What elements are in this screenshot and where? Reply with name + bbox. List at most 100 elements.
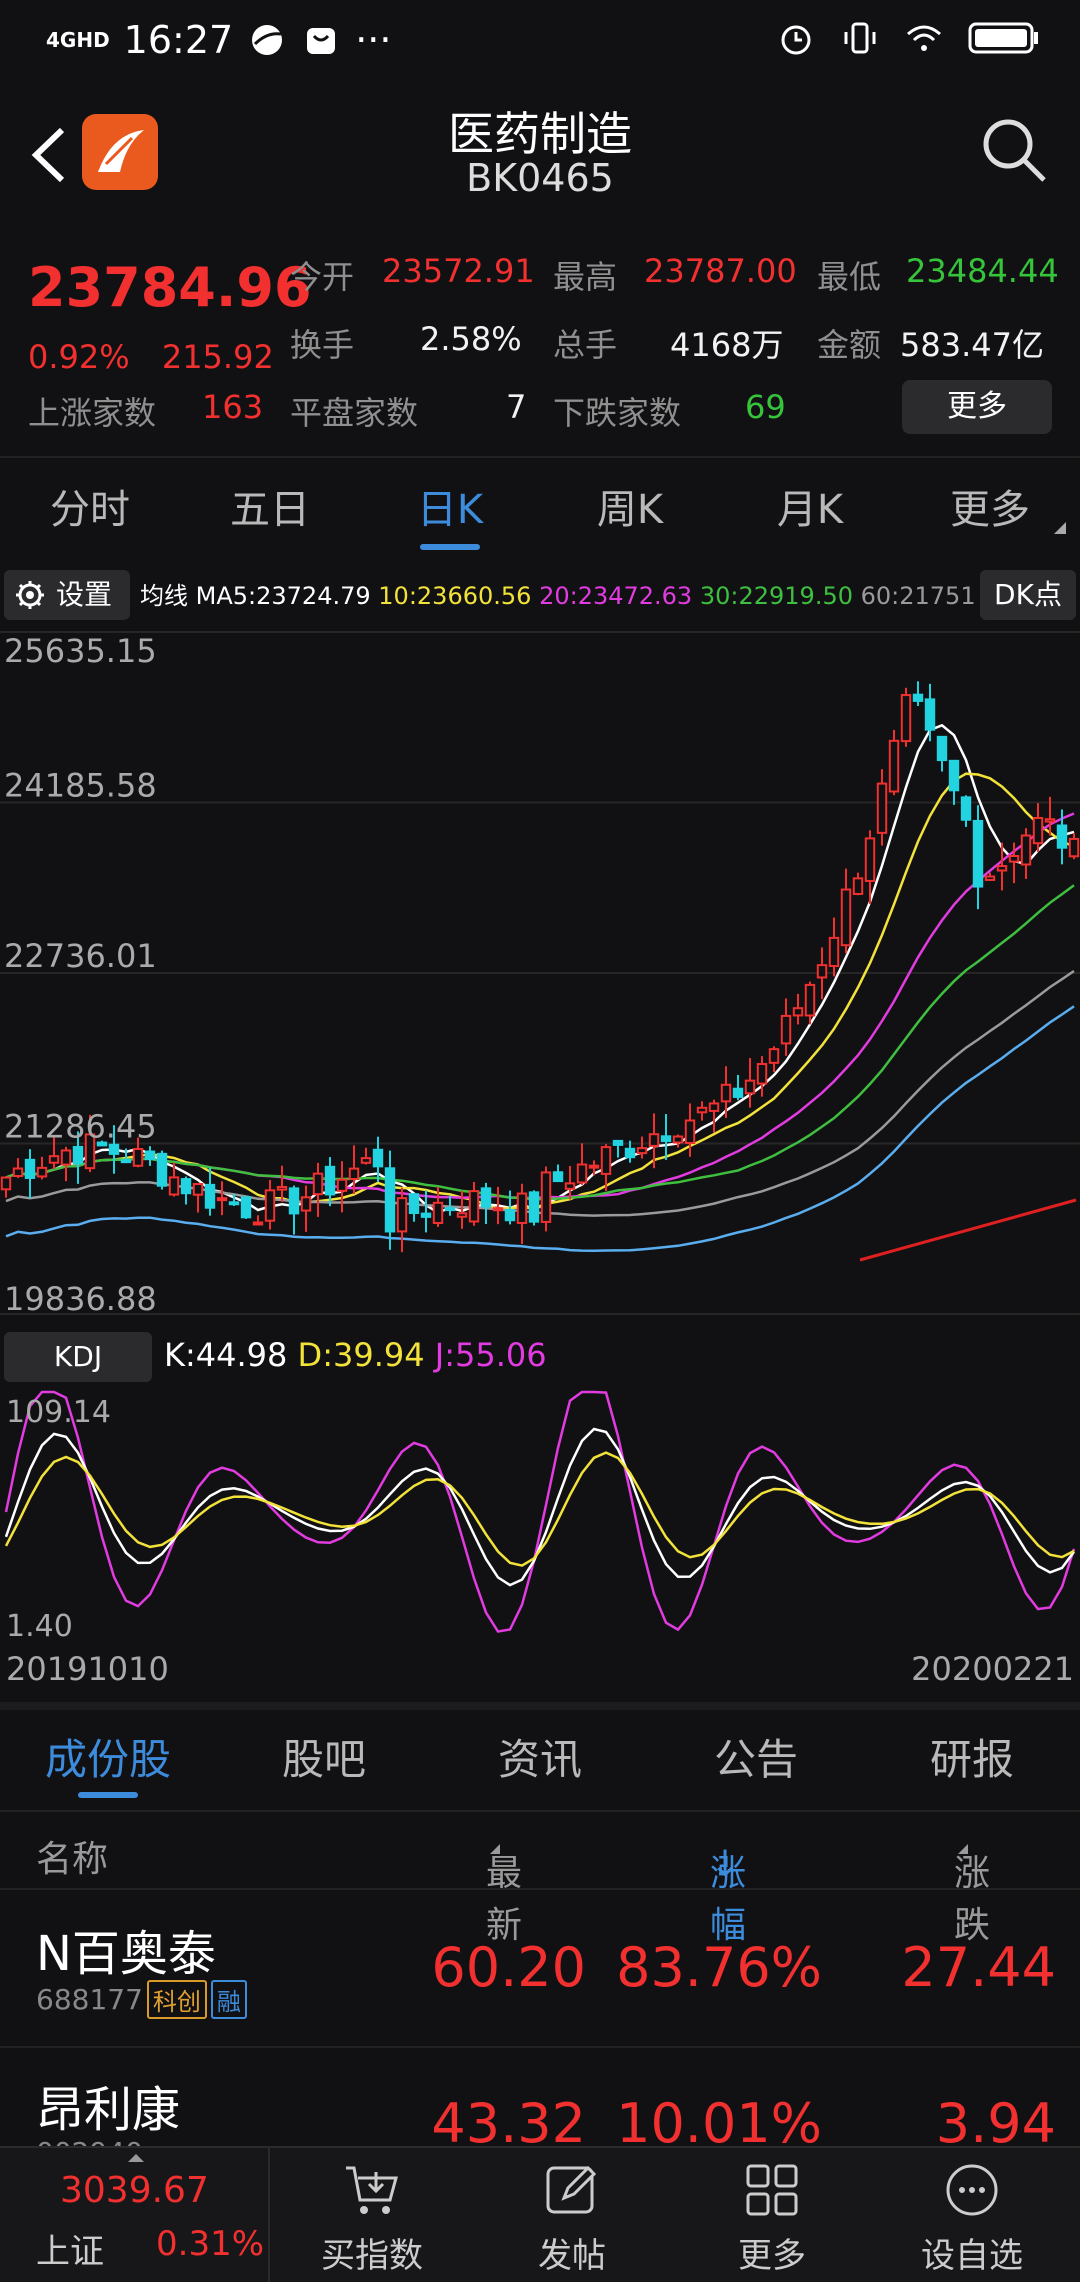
kdj-indicator-bar: KDJ K:44.98 D:39.94 J:55.06 (0, 1330, 1080, 1386)
candle (540, 1171, 552, 1223)
sort-down-arrow-icon: ↓ (710, 1844, 741, 1885)
ma10-value: 10:23660.56 (378, 582, 532, 610)
price-change: 0.92% 215.92 (28, 338, 296, 376)
tab-research[interactable]: 研报 (864, 1710, 1080, 1810)
candle (816, 964, 828, 979)
candle (708, 1102, 720, 1112)
dk-point-button[interactable]: DK点 (980, 570, 1076, 620)
table-header: 名称 最新 涨幅 ↓ 涨跌 (0, 1816, 1080, 1946)
candle (768, 1048, 780, 1064)
tab-daily-k[interactable]: 日K (360, 460, 540, 560)
kdj-button[interactable]: KDJ (4, 1332, 152, 1382)
tab-more[interactable]: 更多 (900, 460, 1080, 560)
candle (324, 1165, 336, 1196)
tab-news[interactable]: 资讯 (432, 1710, 648, 1810)
table-row[interactable]: N百奥泰 688177 科创 融 60.20 83.76% 27.44 (0, 1896, 1080, 2046)
kdj-j-value: J:55.06 (434, 1336, 547, 1374)
more-quote-button[interactable]: 更多 (902, 380, 1052, 434)
candle (396, 1197, 408, 1233)
tab-weekly-k[interactable]: 周K (540, 460, 720, 560)
post-button[interactable]: 发帖 (472, 2148, 672, 2282)
candle (144, 1150, 156, 1160)
candle (108, 1143, 120, 1155)
alarm-icon (781, 25, 811, 55)
candle (744, 1079, 756, 1095)
candle (408, 1193, 420, 1215)
candle (0, 1176, 12, 1191)
candle (480, 1187, 492, 1208)
candle (372, 1148, 384, 1168)
candle (444, 1207, 456, 1212)
chart-control-bar: 设置 均线 MA5:23724.79 10:23660.56 20:23472.… (0, 566, 1080, 624)
candle (924, 698, 936, 731)
search-icon[interactable] (978, 114, 1050, 186)
candle (720, 1083, 732, 1103)
candlestick-chart[interactable]: 25635.15 24185.58 22736.01 21286.45 19836.88 (0, 624, 1080, 1326)
candle (300, 1196, 312, 1212)
turnover-value: 2.58% (420, 320, 522, 358)
more-nav-button[interactable]: 更多 (672, 2148, 872, 2282)
candle (960, 796, 972, 821)
bottom-nav: 3039.67 上证 0.31% 买指数 发帖 更多 设自选 (0, 2146, 1080, 2282)
candle (852, 877, 864, 895)
candle (936, 735, 948, 762)
sort-triangle-icon (490, 1844, 500, 1854)
more-nav-label: 更多 (738, 2236, 806, 2276)
candle (132, 1148, 144, 1167)
kdj-d-value: D:39.94 (297, 1336, 425, 1374)
divider (0, 456, 1080, 458)
current-price: 23784.96 (28, 256, 312, 319)
candle (792, 1007, 804, 1017)
candle (180, 1178, 192, 1195)
candle (996, 865, 1008, 872)
quote-panel: 23784.96 0.92% 215.92 今开 23572.91 最高 237… (0, 230, 1080, 452)
chart-settings-button[interactable]: 设置 (4, 570, 130, 620)
index-ticker[interactable]: 3039.67 上证 0.31% (0, 2148, 270, 2282)
pct-change: 83.76% (616, 1936, 822, 1999)
tab-forum[interactable]: 股吧 (216, 1710, 432, 1810)
tab-announcements[interactable]: 公告 (648, 1710, 864, 1810)
add-watchlist-button[interactable]: 设自选 (872, 2148, 1072, 2282)
tab-constituents[interactable]: 成份股 (0, 1710, 216, 1810)
buy-index-button[interactable]: 买指数 (272, 2148, 472, 2282)
candle (864, 837, 876, 882)
index-name: 上证 (36, 2232, 104, 2272)
tab-more-label: 更多 (950, 487, 1030, 533)
ma5-line (5, 723, 1075, 1214)
index-pct: 0.31% (156, 2224, 265, 2264)
margin-badge: 融 (210, 1980, 247, 2019)
kdj-chart[interactable]: 109.14 1.40 (0, 1386, 1080, 1640)
page-subtitle-code: BK0465 (466, 156, 614, 200)
kdj-y-top: 109.14 (6, 1395, 111, 1430)
tab-monthly-k[interactable]: 月K (720, 460, 900, 560)
tab-intraday[interactable]: 分时 (0, 460, 180, 560)
candle (360, 1157, 372, 1164)
candle (672, 1135, 684, 1144)
candle (588, 1164, 600, 1169)
post-label: 发帖 (538, 2236, 606, 2276)
section-divider (0, 1702, 1080, 1710)
candle (1068, 837, 1080, 858)
candle (972, 819, 984, 888)
turnover-label: 换手 (290, 326, 355, 364)
battery-icon (968, 22, 1038, 54)
ma20-line (5, 812, 1075, 1200)
candle (900, 694, 912, 743)
candle (336, 1178, 348, 1192)
status-time: 16:27 (123, 18, 234, 62)
y-tick-label: 19836.88 (4, 1280, 157, 1318)
high-label: 最高 (553, 258, 618, 296)
down-count: 69 (745, 388, 786, 426)
ma5-value: MA5:23724.79 (195, 582, 371, 610)
price-change: 27.44 (901, 1936, 1056, 1999)
stock-name: 昂利康 (36, 2082, 181, 2138)
divider (0, 1888, 1080, 1890)
candle (12, 1167, 24, 1178)
browser-icon (252, 25, 283, 55)
sort-triangle-icon (958, 1844, 968, 1854)
candle (60, 1149, 72, 1166)
candle (516, 1192, 528, 1224)
vibrate-icon (844, 22, 876, 54)
tab-five-day[interactable]: 五日 (180, 460, 360, 560)
network-indicator: 4GHD (46, 28, 110, 52)
